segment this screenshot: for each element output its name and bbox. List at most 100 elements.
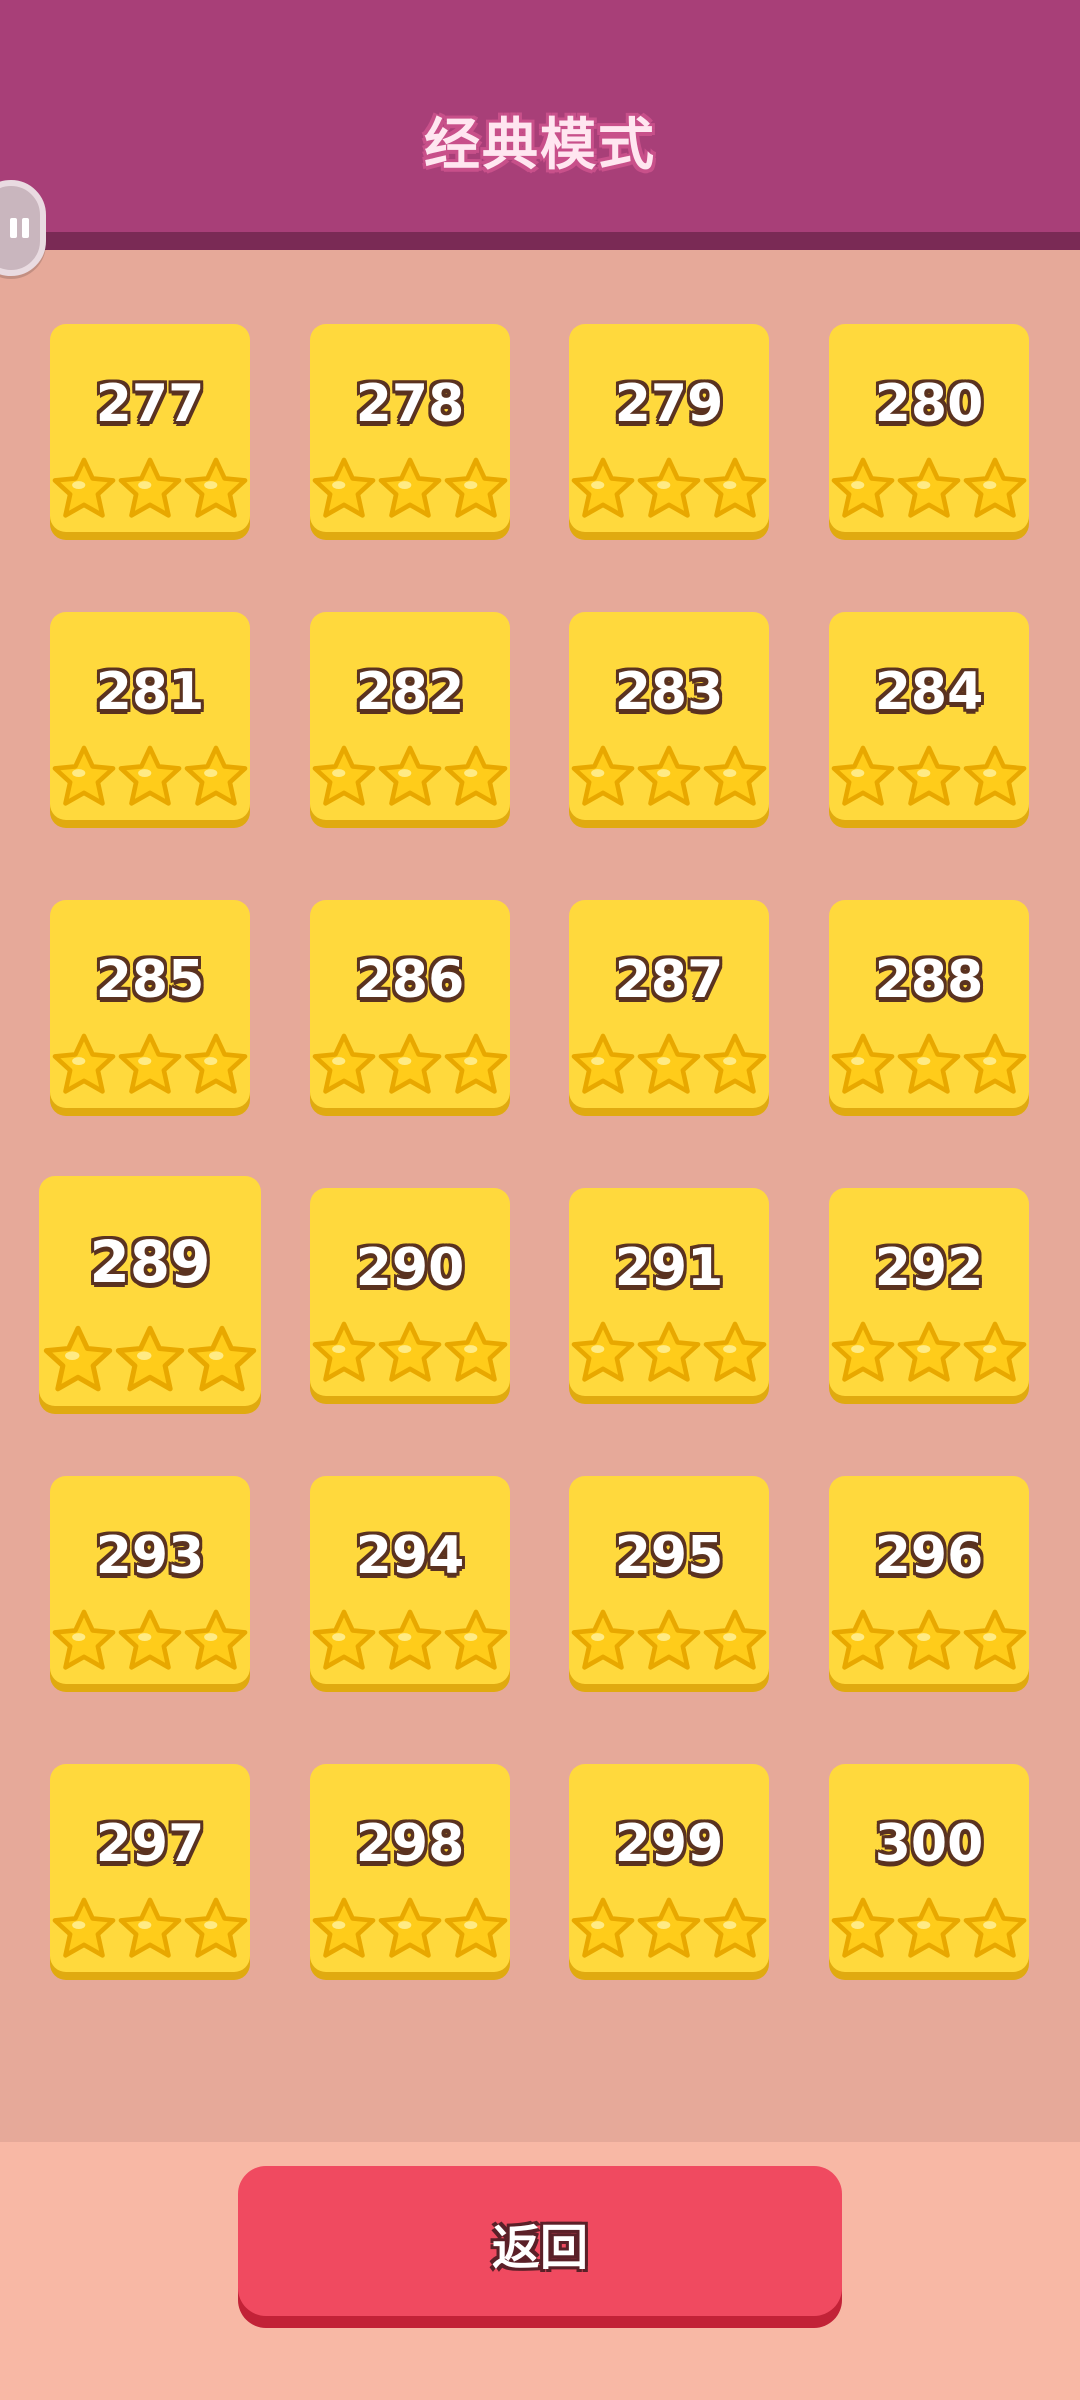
star-icon bbox=[571, 1897, 635, 1958]
star-icon bbox=[637, 1609, 701, 1670]
back-button[interactable]: 返回 bbox=[238, 2166, 842, 2316]
star-icon bbox=[963, 1033, 1027, 1094]
star-icon bbox=[52, 1609, 116, 1670]
star-icon bbox=[831, 1897, 895, 1958]
level-stars bbox=[829, 1320, 1029, 1386]
star-icon bbox=[118, 1609, 182, 1670]
level-stars bbox=[310, 1032, 510, 1098]
star-icon bbox=[187, 1325, 257, 1392]
level-number: 300 bbox=[874, 1814, 984, 1874]
level-number: 279 bbox=[614, 374, 724, 434]
star-icon bbox=[571, 1033, 635, 1094]
level-tile[interactable]: 291 bbox=[569, 1188, 769, 1396]
level-stars bbox=[829, 1896, 1029, 1962]
star-icon bbox=[963, 745, 1027, 806]
level-tile[interactable]: 282 bbox=[310, 612, 510, 820]
level-number: 278 bbox=[355, 374, 465, 434]
level-number: 283 bbox=[614, 662, 724, 722]
level-number: 287 bbox=[614, 950, 724, 1010]
level-stars bbox=[310, 1608, 510, 1674]
level-stars bbox=[569, 744, 769, 810]
star-icon bbox=[703, 745, 767, 806]
level-stars bbox=[310, 744, 510, 810]
level-stars bbox=[39, 1324, 261, 1396]
level-tile[interactable]: 277 bbox=[50, 324, 250, 532]
star-icon bbox=[444, 1321, 508, 1382]
star-icon bbox=[897, 1897, 961, 1958]
star-icon bbox=[312, 1609, 376, 1670]
star-icon bbox=[444, 1033, 508, 1094]
level-grid: 277 278 279 280 281 282 283 284 285 286 287 288 289 2… bbox=[0, 0, 1080, 2140]
level-stars bbox=[569, 456, 769, 522]
star-icon bbox=[444, 457, 508, 518]
star-icon bbox=[637, 1321, 701, 1382]
level-tile[interactable]: 289 bbox=[39, 1176, 261, 1406]
level-tile[interactable]: 292 bbox=[829, 1188, 1029, 1396]
star-icon bbox=[703, 1609, 767, 1670]
star-icon bbox=[115, 1325, 185, 1392]
star-icon bbox=[703, 1321, 767, 1382]
star-icon bbox=[963, 1609, 1027, 1670]
star-icon bbox=[831, 457, 895, 518]
level-tile[interactable]: 278 bbox=[310, 324, 510, 532]
star-icon bbox=[637, 1033, 701, 1094]
level-tile[interactable]: 300 bbox=[829, 1764, 1029, 1972]
star-icon bbox=[118, 1033, 182, 1094]
star-icon bbox=[118, 457, 182, 518]
level-tile[interactable]: 285 bbox=[50, 900, 250, 1108]
level-stars bbox=[310, 1320, 510, 1386]
star-icon bbox=[571, 1609, 635, 1670]
level-stars bbox=[569, 1320, 769, 1386]
star-icon bbox=[831, 1033, 895, 1094]
level-tile[interactable]: 280 bbox=[829, 324, 1029, 532]
star-icon bbox=[118, 745, 182, 806]
level-tile[interactable]: 284 bbox=[829, 612, 1029, 820]
star-icon bbox=[378, 745, 442, 806]
level-number: 294 bbox=[355, 1526, 465, 1586]
level-stars bbox=[829, 1032, 1029, 1098]
level-number: 285 bbox=[95, 950, 205, 1010]
level-stars bbox=[829, 744, 1029, 810]
star-icon bbox=[184, 1033, 248, 1094]
level-tile[interactable]: 286 bbox=[310, 900, 510, 1108]
star-icon bbox=[52, 1897, 116, 1958]
star-icon bbox=[897, 1033, 961, 1094]
level-tile[interactable]: 290 bbox=[310, 1188, 510, 1396]
level-tile[interactable]: 287 bbox=[569, 900, 769, 1108]
star-icon bbox=[637, 1897, 701, 1958]
star-icon bbox=[963, 1321, 1027, 1382]
level-tile[interactable]: 283 bbox=[569, 612, 769, 820]
level-number: 292 bbox=[874, 1238, 984, 1298]
level-tile[interactable]: 293 bbox=[50, 1476, 250, 1684]
level-stars bbox=[829, 456, 1029, 522]
level-tile[interactable]: 281 bbox=[50, 612, 250, 820]
level-tile[interactable]: 298 bbox=[310, 1764, 510, 1972]
level-tile[interactable]: 296 bbox=[829, 1476, 1029, 1684]
star-icon bbox=[52, 457, 116, 518]
level-tile[interactable]: 279 bbox=[569, 324, 769, 532]
level-tile[interactable]: 297 bbox=[50, 1764, 250, 1972]
star-icon bbox=[312, 745, 376, 806]
star-icon bbox=[571, 1321, 635, 1382]
level-number: 277 bbox=[95, 374, 205, 434]
star-icon bbox=[963, 1897, 1027, 1958]
level-number: 281 bbox=[95, 662, 205, 722]
level-tile[interactable]: 295 bbox=[569, 1476, 769, 1684]
level-tile[interactable]: 299 bbox=[569, 1764, 769, 1972]
level-tile[interactable]: 288 bbox=[829, 900, 1029, 1108]
star-icon bbox=[703, 1897, 767, 1958]
level-stars bbox=[310, 1896, 510, 1962]
star-icon bbox=[312, 1321, 376, 1382]
level-number: 284 bbox=[874, 662, 984, 722]
level-number: 289 bbox=[89, 1228, 211, 1296]
level-number: 286 bbox=[355, 950, 465, 1010]
star-icon bbox=[378, 1033, 442, 1094]
star-icon bbox=[571, 745, 635, 806]
level-tile[interactable]: 294 bbox=[310, 1476, 510, 1684]
level-stars bbox=[310, 456, 510, 522]
star-icon bbox=[444, 1609, 508, 1670]
star-icon bbox=[897, 457, 961, 518]
star-icon bbox=[184, 1897, 248, 1958]
star-icon bbox=[444, 745, 508, 806]
star-icon bbox=[378, 1321, 442, 1382]
